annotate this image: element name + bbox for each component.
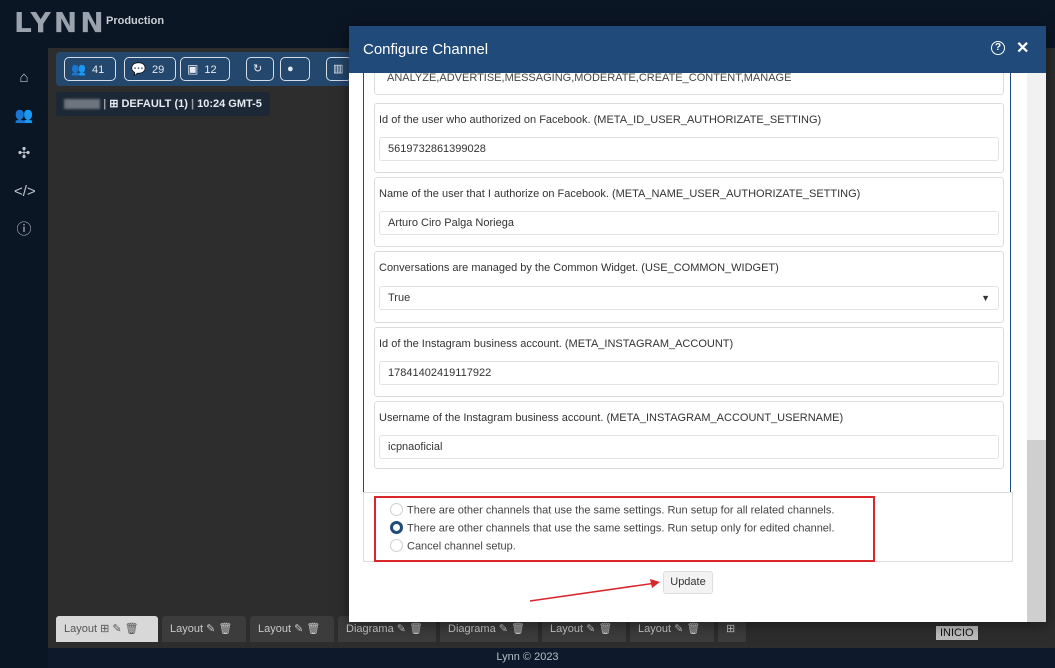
users-icon[interactable]: 👥 (14, 106, 34, 126)
tenant-count: (1) (174, 98, 188, 110)
help-icon[interactable]: ? (991, 41, 1005, 55)
conversations-count: 29 (151, 64, 165, 76)
setting-field: Conversations are managed by the Common … (374, 251, 1004, 323)
field-input[interactable]: 17841402419117922 (379, 361, 999, 385)
home-icon[interactable]: ⌂ (14, 68, 34, 88)
radio-button[interactable] (390, 539, 403, 552)
setting-field: Username of the Instagram business accou… (374, 401, 1004, 469)
configure-channel-dialog: Configure Channel ? ✕ ANALYZE,ADVERTISE,… (349, 26, 1046, 622)
network-icon[interactable]: ✣ (14, 144, 34, 164)
close-icon[interactable]: ✕ (1016, 38, 1029, 58)
comment-icon: ● (287, 63, 294, 75)
update-button[interactable]: Update (663, 571, 713, 594)
bots-button[interactable]: ▣ 12 (180, 57, 230, 81)
field-label: Conversations are managed by the Common … (379, 262, 779, 274)
refresh-button[interactable]: ↻ (246, 57, 274, 81)
radio-option-all-channels[interactable]: There are other channels that use the sa… (390, 503, 834, 517)
bot-icon: ▣ (187, 62, 199, 76)
chart-icon: ▥ (333, 63, 344, 75)
field-input[interactable]: Arturo Ciro Palga Noriega (379, 211, 999, 235)
chevron-down-icon: ▼ (981, 293, 990, 303)
field-label: Name of the user that I authorize on Fac… (379, 188, 861, 200)
tab-layout-3[interactable]: Layout ✎ 🗑 (250, 616, 334, 642)
info-icon[interactable]: ⓘ (14, 220, 34, 240)
left-nav: ⌂ 👥 ✣ </> ⓘ (0, 48, 48, 668)
use-common-widget-select[interactable]: True ▼ (379, 286, 999, 310)
setting-field: Name of the user that I authorize on Fac… (374, 177, 1004, 247)
radio-button-checked[interactable] (390, 521, 403, 534)
dialog-header: Configure Channel ? ✕ (349, 26, 1046, 73)
bots-count: 12 (204, 64, 217, 76)
conversations-button[interactable]: 💬 29 (124, 57, 176, 81)
setting-field: Id of the Instagram business account. (M… (374, 327, 1004, 397)
refresh-icon: ↻ (253, 63, 263, 75)
users-count: 41 (91, 64, 105, 76)
app-logo: LYNN (14, 6, 107, 39)
footer: Lynn © 2023 (496, 651, 559, 663)
setting-field: Id of the user who authorized on Faceboo… (374, 103, 1004, 173)
environment-label: Production (106, 15, 165, 27)
field-input[interactable]: icpnaoficial (379, 435, 999, 459)
mouse-cursor-icon: ⬉ (816, 575, 828, 591)
users-icon: 👥 (71, 62, 86, 76)
comment-button[interactable]: ● (280, 57, 310, 81)
flow-node-label: INICIO (936, 626, 978, 640)
field-label: Id of the Instagram business account. (M… (379, 338, 734, 350)
scrollbar-thumb[interactable] (1027, 440, 1046, 622)
tab-layout-2[interactable]: Layout ✎ 🗑 (162, 616, 246, 642)
radio-option-edited-channel[interactable]: There are other channels that use the sa… (390, 521, 834, 535)
dialog-title: Configure Channel (363, 41, 489, 58)
scopes-field-partial: ANALYZE,ADVERTISE,MESSAGING,MODERATE,CRE… (374, 73, 1004, 95)
field-label: Username of the Instagram business accou… (379, 412, 844, 424)
radio-option-cancel[interactable]: Cancel channel setup. (390, 539, 516, 553)
tab-layout-1[interactable]: Layout ⊞ ✎ 🗑 (56, 616, 158, 642)
users-button[interactable]: 👥 41 (64, 57, 116, 81)
redacted-block (64, 99, 100, 110)
tenant-info-badge: | ⊞ DEFAULT (1) | 10:24 GMT-5 (56, 92, 270, 116)
current-time: 10:24 GMT-5 (197, 98, 262, 110)
settings-scroll-area[interactable]: ANALYZE,ADVERTISE,MESSAGING,MODERATE,CRE… (363, 73, 1011, 508)
code-icon[interactable]: </> (14, 182, 36, 202)
radio-button[interactable] (390, 503, 403, 516)
tenant-name: DEFAULT (121, 98, 172, 110)
field-input[interactable]: 5619732861399028 (379, 137, 999, 161)
sitemap-icon: ⊞ (109, 98, 119, 110)
chat-icon: 💬 (131, 62, 146, 76)
annotation-arrow (529, 579, 660, 602)
field-label: Id of the user who authorized on Faceboo… (379, 114, 822, 126)
